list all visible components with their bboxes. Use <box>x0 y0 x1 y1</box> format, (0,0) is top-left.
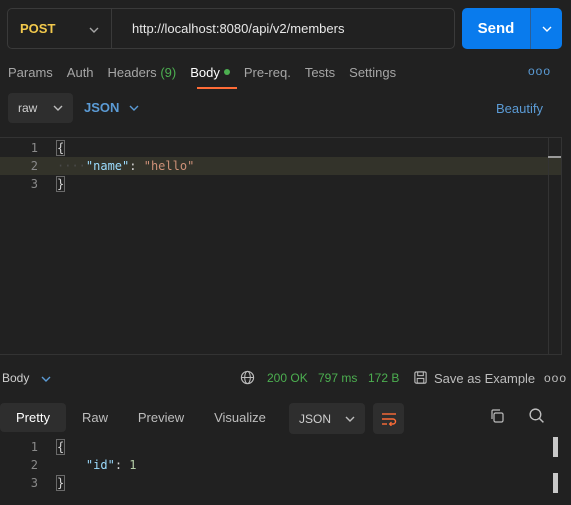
tab-body[interactable]: Body <box>190 65 230 87</box>
editor-scrollbar[interactable] <box>548 138 561 354</box>
open-brace: { <box>55 439 66 455</box>
method-select[interactable]: POST <box>8 9 112 48</box>
tab-auth[interactable]: Auth <box>67 65 94 87</box>
search-icon[interactable] <box>528 407 545 427</box>
open-brace: { <box>55 140 66 156</box>
body-mode-select[interactable]: raw <box>8 93 73 123</box>
code-line: 3 } <box>0 175 561 193</box>
json-colon: : <box>129 159 144 173</box>
tab-params[interactable]: Params <box>8 65 53 87</box>
scrollbar-thumb[interactable] <box>553 437 558 457</box>
response-format-label: JSON <box>299 411 332 426</box>
url-input[interactable]: http://localhost:8080/api/v2/members <box>112 21 344 36</box>
method-label: POST <box>20 21 56 36</box>
tab-visualize[interactable]: Visualize <box>198 403 282 432</box>
tab-tests[interactable]: Tests <box>305 65 335 87</box>
active-tab-underline <box>197 87 237 89</box>
body-indicator-dot <box>223 69 230 75</box>
body-language-label: JSON <box>84 100 120 115</box>
request-body-editor[interactable]: 1 { 2 ····"name": "hello" 3 } <box>0 137 562 355</box>
scrollbar-thumb[interactable] <box>553 473 558 493</box>
url-bar: POST http://localhost:8080/api/v2/member… <box>7 8 455 49</box>
line-number: 3 <box>30 177 38 191</box>
code-line: 3 } <box>0 474 571 492</box>
send-button-group: Send <box>462 8 562 49</box>
tab-prereq[interactable]: Pre-req. <box>244 65 291 87</box>
code-line-highlighted: 2 ····"name": "hello" <box>0 157 561 175</box>
code-line: 1 { <box>0 139 561 157</box>
line-number: 2 <box>30 458 38 472</box>
chevron-down-icon <box>129 105 139 111</box>
close-brace: } <box>55 475 66 491</box>
line-number: 3 <box>30 476 38 490</box>
body-mode-label: raw <box>18 101 38 115</box>
json-key: "name" <box>85 159 130 173</box>
tab-headers-label: Headers <box>107 65 157 80</box>
status-code[interactable]: 200 OK <box>267 371 308 385</box>
code-line: 1 { <box>0 438 571 456</box>
response-more-icon[interactable]: ooo <box>544 371 567 385</box>
code-line: 2 "id": 1 <box>0 456 571 474</box>
close-brace: } <box>55 176 66 192</box>
chevron-down-icon <box>345 416 355 422</box>
chevron-down-icon <box>53 105 63 111</box>
response-body-label: Body <box>2 371 30 385</box>
more-options-icon[interactable]: ooo <box>528 64 551 78</box>
response-tabs: Pretty Raw Preview Visualize <box>0 403 282 432</box>
send-button[interactable]: Send <box>462 8 530 49</box>
response-time[interactable]: 797 ms <box>318 371 357 385</box>
copy-icon[interactable] <box>489 408 505 427</box>
response-body-select[interactable]: Body <box>2 371 51 385</box>
globe-icon[interactable] <box>240 370 255 388</box>
response-format-select[interactable]: JSON <box>289 403 365 434</box>
chevron-down-icon <box>41 376 51 382</box>
wrap-lines-icon <box>381 412 396 426</box>
request-tabs: Params Auth Headers (9) Body Pre-req. Te… <box>8 65 410 87</box>
beautify-button[interactable]: Beautify <box>496 101 543 116</box>
tab-headers[interactable]: Headers (9) <box>108 65 177 87</box>
headers-count: (9) <box>160 65 177 80</box>
tab-raw[interactable]: Raw <box>66 403 124 432</box>
response-size[interactable]: 172 B <box>368 371 399 385</box>
save-icon <box>413 370 428 388</box>
line-number: 1 <box>30 440 38 454</box>
response-body-viewer[interactable]: 1 { 2 "id": 1 3 } <box>0 437 571 505</box>
line-number: 1 <box>30 141 38 155</box>
send-dropdown-button[interactable] <box>531 8 562 49</box>
json-key: "id" <box>85 458 115 472</box>
save-as-example-button[interactable]: Save as Example <box>434 371 535 386</box>
chevron-down-icon <box>89 21 99 36</box>
line-number: 2 <box>30 159 38 173</box>
tab-settings[interactable]: Settings <box>349 65 396 87</box>
body-language-select[interactable]: JSON <box>84 100 139 115</box>
chevron-down-icon <box>542 26 551 32</box>
tab-preview[interactable]: Preview <box>124 403 198 432</box>
json-value: "hello" <box>143 159 195 173</box>
wrap-lines-button[interactable] <box>373 403 404 434</box>
scrollbar-marker <box>548 156 561 158</box>
tab-pretty[interactable]: Pretty <box>0 403 66 432</box>
json-value: 1 <box>129 458 137 472</box>
tab-body-label: Body <box>190 65 220 80</box>
json-colon: : <box>114 458 130 472</box>
